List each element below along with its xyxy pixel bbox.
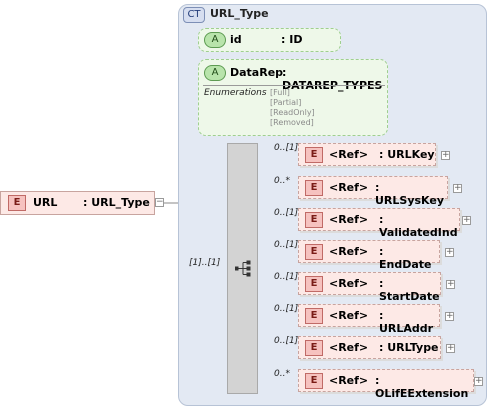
element-cardinality: 0..[1] (274, 336, 299, 346)
element-cardinality: 0..[1] (274, 272, 299, 282)
element-cardinality: 0..[1] (274, 304, 299, 314)
attribute-divider (203, 85, 385, 86)
expand-button[interactable]: + (441, 151, 450, 160)
element-ref: <Ref> (329, 148, 369, 161)
attribute-badge-icon: A (204, 32, 226, 48)
collapse-root-button[interactable]: − (155, 198, 164, 207)
attribute-id[interactable]: A id : ID (198, 28, 341, 52)
element-badge-icon: E (305, 147, 323, 163)
attribute-name: id (230, 33, 242, 46)
element-ref: <Ref> (329, 181, 369, 194)
element-type: : URLSysKey (375, 181, 445, 207)
attribute-datarep[interactable]: A DataRep : DATAREP_TYPES Enumerations [… (198, 59, 388, 136)
element-type: : ValidatedInd (379, 213, 458, 239)
element-olifeextension[interactable]: E <Ref> : OLifEExtension (298, 369, 474, 400)
element-badge-icon: E (305, 373, 323, 389)
element-badge-icon: E (305, 340, 323, 356)
element-type: : URLType (379, 341, 439, 354)
element-ref: <Ref> (329, 309, 369, 322)
element-urltype[interactable]: E <Ref> : URLType (298, 336, 441, 359)
root-element-name: URL (33, 196, 58, 209)
complex-type-badge-icon: CT (183, 7, 205, 23)
enumeration-value: [Partial] (270, 98, 302, 107)
enumeration-value: [ReadOnly] (270, 108, 315, 117)
element-cardinality: 0..* (274, 176, 290, 186)
element-cardinality: 0..[1] (274, 143, 299, 153)
element-enddate[interactable]: E <Ref> : EndDate (298, 240, 440, 271)
attribute-type: : ID (281, 33, 303, 46)
element-validatedind[interactable]: E <Ref> : ValidatedInd (298, 208, 460, 239)
element-startdate[interactable]: E <Ref> : StartDate (298, 272, 441, 303)
expand-button[interactable]: + (462, 216, 471, 225)
element-urlkey[interactable]: E <Ref> : URLKey (298, 143, 436, 166)
element-type: : URLAddr (379, 309, 434, 335)
enumeration-list: [Full] [Partial] [ReadOnly] [Removed] (270, 88, 315, 128)
enumeration-value: [Removed] (270, 118, 314, 127)
element-cardinality: 0..[1] (274, 240, 299, 250)
element-urladdr[interactable]: E <Ref> : URLAddr (298, 304, 440, 335)
element-urlsyskey[interactable]: E <Ref> : URLSysKey (298, 176, 448, 207)
element-type: : OLifEExtension (375, 374, 469, 400)
attribute-name: DataRep (230, 66, 284, 79)
expand-button[interactable]: + (445, 248, 454, 257)
enumerations-label: Enumerations (204, 88, 267, 98)
expand-button[interactable]: + (445, 312, 454, 321)
expand-button[interactable]: + (446, 280, 455, 289)
element-type: : EndDate (379, 245, 432, 271)
element-ref: <Ref> (329, 374, 369, 387)
element-cardinality: 0..* (274, 369, 290, 379)
attribute-badge-icon: A (204, 65, 226, 81)
element-badge-icon: E (8, 195, 26, 211)
complex-type-name: URL_Type (210, 7, 269, 20)
sequence-icon (235, 260, 251, 277)
root-element[interactable]: E URL : URL_Type (0, 191, 155, 215)
sequence-cardinality: [1]..[1] (189, 258, 221, 268)
element-badge-icon: E (305, 212, 323, 228)
element-badge-icon: E (305, 308, 323, 324)
expand-button[interactable]: + (446, 344, 455, 353)
element-ref: <Ref> (329, 213, 369, 226)
element-ref: <Ref> (329, 341, 369, 354)
expand-button[interactable]: + (453, 184, 462, 193)
element-cardinality: 0..[1] (274, 208, 299, 218)
enumeration-value: [Full] (270, 88, 290, 97)
root-element-type: : URL_Type (83, 196, 150, 209)
element-type: : StartDate (379, 277, 440, 303)
element-type: : URLKey (379, 148, 435, 161)
element-ref: <Ref> (329, 245, 369, 258)
element-badge-icon: E (305, 244, 323, 260)
element-badge-icon: E (305, 180, 323, 196)
expand-button[interactable]: + (474, 377, 483, 386)
element-badge-icon: E (305, 276, 323, 292)
element-ref: <Ref> (329, 277, 369, 290)
